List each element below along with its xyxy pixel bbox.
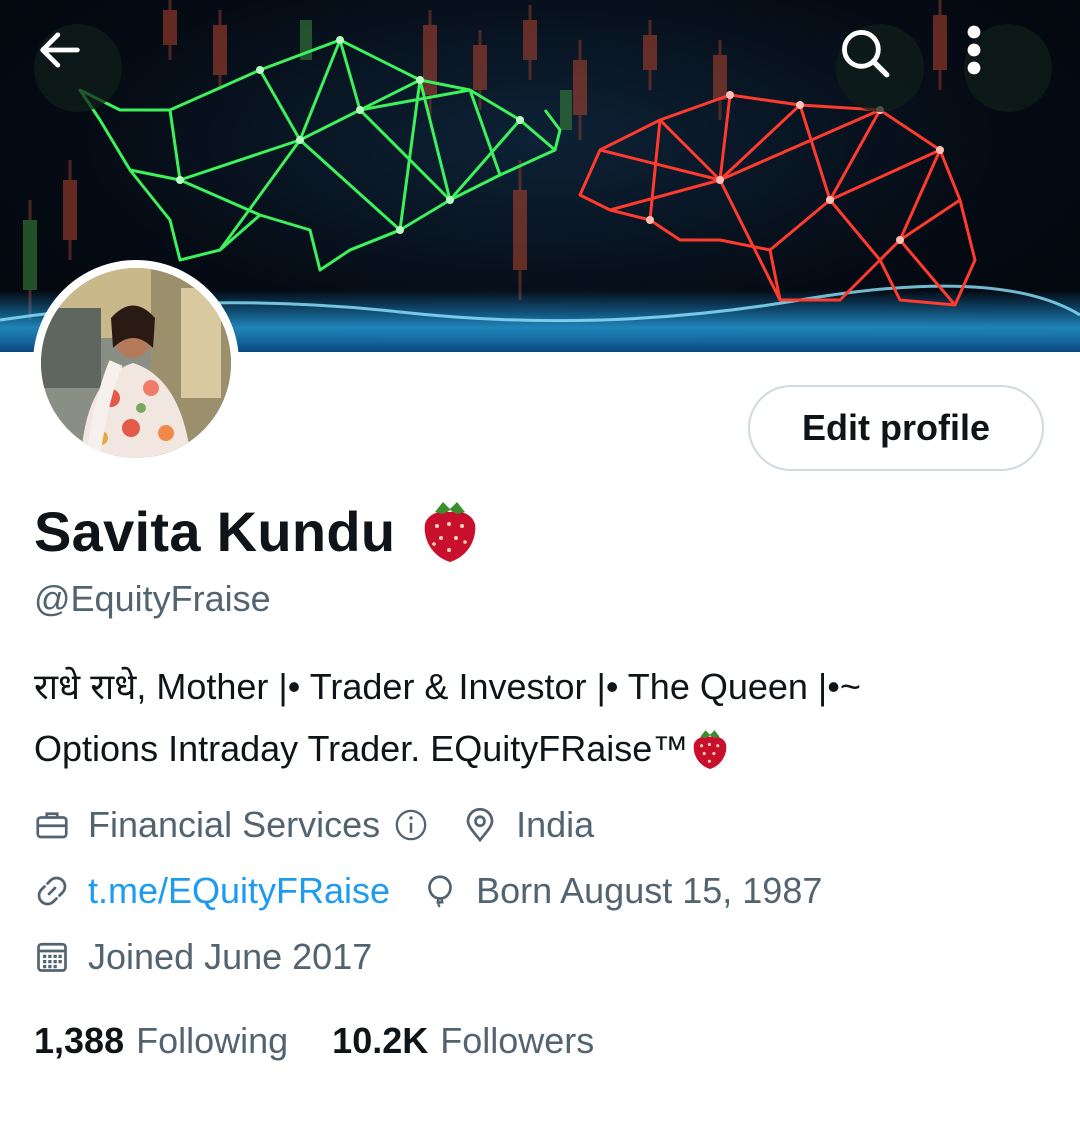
bio-text-line-1: राधे राधे, Mother |• Trader & Investor |…: [34, 666, 861, 707]
avatar-photo: [41, 268, 231, 458]
bio-text-line-2: Options Intraday Trader. EQuityFRaise™: [34, 728, 689, 769]
more-options-button[interactable]: [964, 24, 1052, 112]
calendar-icon: [34, 939, 70, 975]
strawberry-emoji-icon: [419, 498, 481, 564]
birthday: Born August 15, 1987: [422, 870, 822, 912]
profile-meta-row-1: Financial Services India: [34, 804, 594, 846]
back-button[interactable]: [34, 24, 122, 112]
followers-stat[interactable]: 10.2K Followers: [332, 1020, 594, 1062]
location: India: [462, 804, 594, 846]
website-link[interactable]: t.me/EQuityFRaise: [88, 870, 390, 912]
link-icon: [34, 873, 70, 909]
following-label: Following: [136, 1020, 289, 1061]
followers-count: 10.2K: [332, 1020, 429, 1061]
profile-name-row: Savita Kundu: [34, 498, 481, 564]
profile-meta-row-3: Joined June 2017: [34, 936, 372, 978]
profile-name: Savita Kundu: [34, 499, 396, 563]
category-text: Financial Services: [88, 804, 381, 845]
website[interactable]: t.me/EQuityFRaise: [34, 870, 390, 912]
join-date: Joined June 2017: [34, 936, 372, 978]
professional-category: Financial Services: [34, 804, 428, 846]
search-button[interactable]: [836, 24, 924, 112]
info-icon[interactable]: [394, 808, 428, 842]
profile-meta-row-2: t.me/EQuityFRaise Born August 15, 1987: [34, 870, 822, 912]
profile-handle: @EquityFraise: [34, 578, 271, 619]
location-text: India: [516, 804, 595, 845]
following-count: 1,388: [34, 1020, 125, 1061]
bio-line: Options Intraday Trader. EQuityFRaise™: [34, 718, 1054, 780]
profile-avatar[interactable]: [33, 260, 239, 466]
followers-label: Followers: [440, 1020, 595, 1061]
follow-stats: 1,388 Following 10.2K Followers: [34, 1020, 594, 1062]
briefcase-icon: [34, 807, 70, 843]
profile-bio: राधे राधे, Mother |• Trader & Investor |…: [34, 656, 1054, 780]
bio-line: राधे राधे, Mother |• Trader & Investor |…: [34, 656, 1054, 718]
balloon-icon: [422, 873, 458, 909]
following-stat[interactable]: 1,388 Following: [34, 1020, 288, 1062]
joined-text: Joined June 2017: [88, 936, 373, 977]
location-pin-icon: [462, 807, 498, 843]
birthday-text: Born August 15, 1987: [476, 870, 823, 911]
edit-profile-button[interactable]: Edit profile: [748, 385, 1044, 471]
strawberry-emoji-icon: [690, 727, 730, 771]
